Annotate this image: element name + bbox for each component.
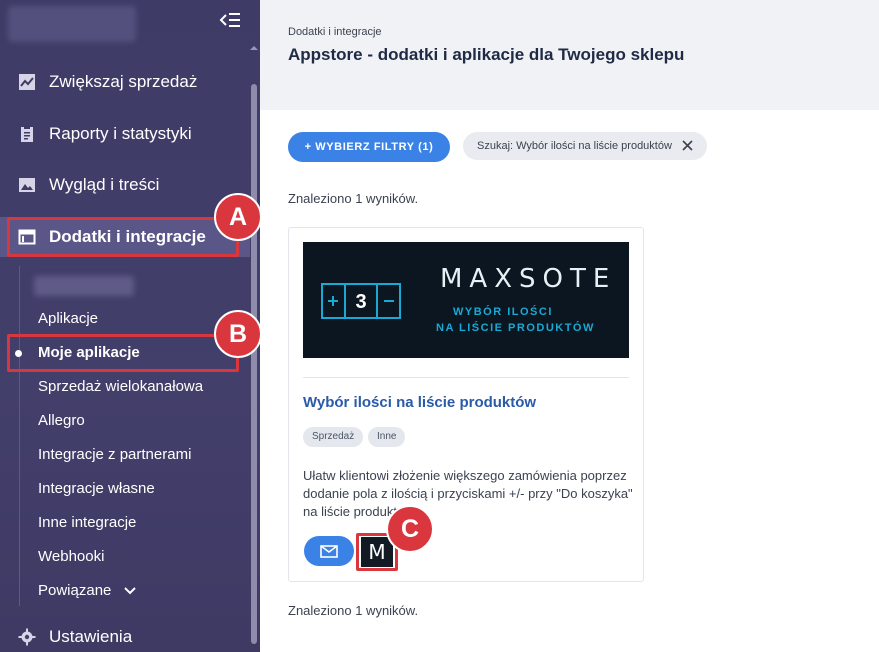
- submenu-item-inne-integracje[interactable]: Inne integracje: [38, 513, 136, 533]
- submenu-item-webhooki[interactable]: Webhooki: [38, 547, 104, 567]
- callout-c: C: [386, 505, 434, 553]
- sidebar-scrollbar[interactable]: [251, 84, 257, 644]
- callout-b: B: [214, 310, 262, 358]
- clipboard-icon: [21, 126, 33, 142]
- app-description: Ułatw klientowi złożenie większego zamów…: [303, 468, 633, 519]
- trending-up-icon: [19, 74, 35, 90]
- contact-button[interactable]: [304, 536, 354, 566]
- page-title: Appstore - dodatki i aplikacje dla Twoje…: [288, 45, 685, 64]
- chevron-down-icon: [123, 587, 136, 595]
- sidebar-item-label: Raporty i statystyki: [49, 124, 192, 143]
- results-count-bottom: Znaleziono 1 wyników.: [288, 603, 419, 618]
- highlight-box-b: [7, 334, 239, 372]
- breadcrumb[interactable]: Dodatki i integracje: [288, 26, 382, 38]
- search-filter-chip: Szukaj: Wybór ilości na liście produktów: [463, 132, 707, 160]
- image-icon: [19, 178, 35, 192]
- gear-icon: [18, 628, 36, 646]
- submenu-item-sprzedaz-wielokanalowa[interactable]: Sprzedaż wielokanałowa: [38, 377, 203, 397]
- sidebar-item-zwiekszaj-sprzedaz[interactable]: Zwiększaj sprzedaż: [0, 62, 250, 102]
- card-divider: [303, 377, 629, 378]
- collapse-sidebar-icon[interactable]: [218, 10, 242, 30]
- quantity-stepper-graphic: 3: [321, 283, 401, 319]
- sidebar-item-label: Ustawienia: [49, 627, 133, 646]
- close-icon[interactable]: [682, 140, 693, 151]
- sidebar-item-ustawienia[interactable]: Ustawienia: [0, 617, 250, 652]
- tag-badge: Inne: [368, 427, 406, 447]
- banner-headline: WYBÓR ILOŚCI: [453, 306, 553, 318]
- choose-filters-button[interactable]: + WYBIERZ FILTRY (1): [288, 132, 450, 162]
- app-title-link[interactable]: Wybór ilości na liście produktów: [303, 394, 536, 411]
- sidebar-item-wyglad[interactable]: Wygląd i treści: [0, 165, 250, 205]
- submenu-item-aplikacje[interactable]: Aplikacje: [38, 309, 98, 329]
- submenu-item-integracje-wlasne[interactable]: Integracje własne: [38, 479, 155, 499]
- submenu-item-allegro[interactable]: Allegro: [38, 411, 85, 431]
- banner-brand: MAXSOTE: [440, 264, 617, 294]
- submenu-heading: [34, 276, 134, 296]
- search-chip-label: Szukaj: Wybór ilości na liście produktów: [477, 140, 672, 152]
- sidebar-item-raporty[interactable]: Raporty i statystyki: [0, 114, 250, 154]
- mail-icon: [320, 544, 338, 558]
- app-banner-image[interactable]: 3 MAXSOTE WYBÓR ILOŚCI NA LIŚCIE PRODUKT…: [303, 242, 629, 358]
- tag-badge: Sprzedaż: [303, 427, 364, 447]
- submenu-line: [19, 266, 20, 606]
- sidebar-item-label: Wygląd i treści: [49, 175, 160, 194]
- store-logo[interactable]: [8, 6, 136, 42]
- submenu-item-integracje-z-partnerami[interactable]: Integracje z partnerami: [38, 445, 191, 465]
- results-count: Znaleziono 1 wyników.: [288, 191, 419, 206]
- sidebar-item-label: Zwiększaj sprzedaż: [49, 72, 198, 91]
- banner-subheadline: NA LIŚCIE PRODUKTÓW: [436, 322, 595, 334]
- submenu-item-powiazane[interactable]: Powiązane: [38, 581, 136, 601]
- stepper-value: 3: [355, 291, 366, 313]
- scroll-up-icon[interactable]: [250, 44, 258, 52]
- callout-a: A: [214, 193, 262, 241]
- submenu-item-label: Powiązane: [38, 582, 112, 599]
- highlight-box-a: [7, 217, 239, 257]
